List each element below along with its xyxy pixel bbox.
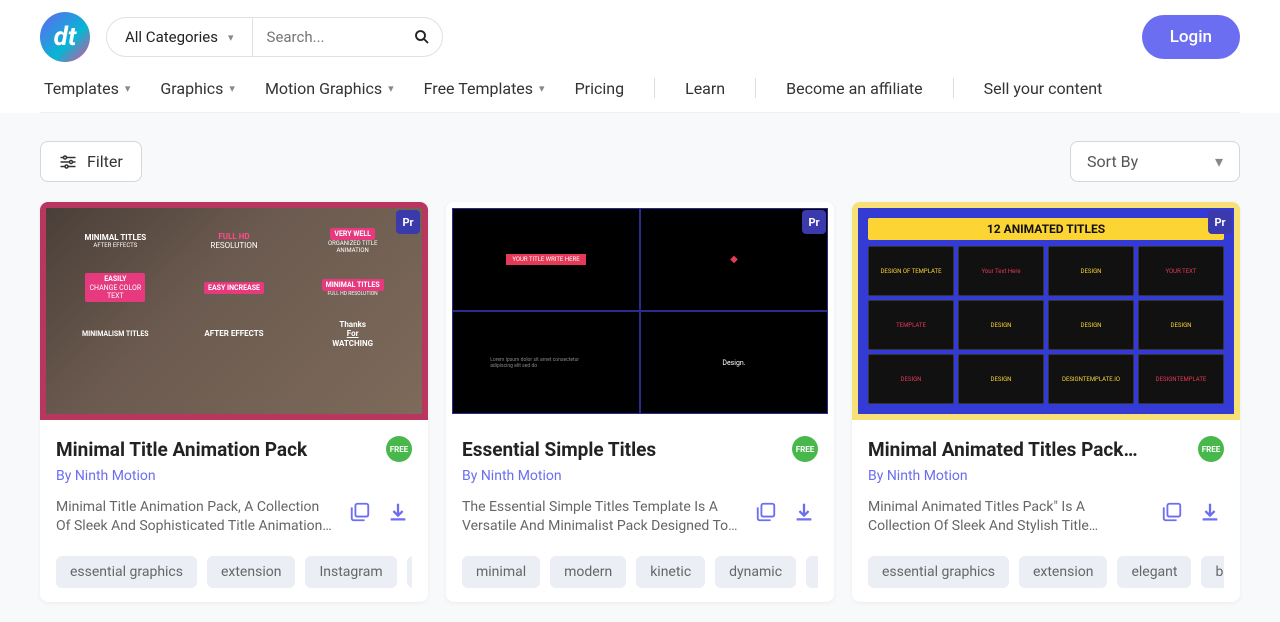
card-title: Minimal Animated Titles Pack… [868, 438, 1138, 461]
card-description: The Essential Simple Titles Template Is … [462, 498, 742, 536]
category-label: All Categories [125, 28, 218, 46]
nav-templates[interactable]: Templates▾ [44, 78, 130, 98]
download-icon [387, 501, 409, 523]
card-description: Minimal Animated Titles Pack" Is A Colle… [868, 498, 1148, 536]
tag[interactable]: minimal [462, 556, 540, 588]
pr-badge: Pr [396, 210, 420, 234]
nav-separator [654, 78, 655, 98]
tag[interactable]: Instagram [305, 556, 396, 588]
results-grid: Pr MINIMAL TITLESAFTER EFFECTS FULL HDRE… [0, 202, 1280, 622]
nav-graphics[interactable]: Graphics▾ [160, 78, 235, 98]
card-author[interactable]: By Ninth Motion [462, 468, 818, 484]
download-button[interactable] [384, 498, 412, 526]
tag[interactable]: lo [806, 556, 818, 588]
collection-button[interactable] [346, 498, 374, 526]
thumbnail: Pr MINIMAL TITLESAFTER EFFECTS FULL HDRE… [40, 202, 428, 420]
filter-button[interactable]: Filter [40, 141, 142, 182]
collection-button[interactable] [752, 498, 780, 526]
nav-separator [755, 78, 756, 98]
nav-sell[interactable]: Sell your content [984, 78, 1103, 98]
logo[interactable]: dt [40, 12, 90, 62]
filter-icon [59, 154, 77, 170]
download-button[interactable] [1196, 498, 1224, 526]
free-badge: FREE [792, 436, 818, 462]
search-button[interactable] [402, 18, 442, 56]
tag[interactable]: essential graphics [56, 556, 197, 588]
card-author[interactable]: By Ninth Motion [868, 468, 1224, 484]
collection-icon [1161, 501, 1183, 523]
sort-select[interactable]: Sort By ▾ [1070, 141, 1240, 182]
login-button[interactable]: Login [1142, 15, 1240, 59]
product-card[interactable]: Pr 12 ANIMATED TITLES DESIGN OF TEMPLATE… [852, 202, 1240, 602]
collection-button[interactable] [1158, 498, 1186, 526]
nav-free-templates[interactable]: Free Templates▾ [424, 78, 545, 98]
collection-icon [349, 501, 371, 523]
thumbnail: Pr 12 ANIMATED TITLES DESIGN OF TEMPLATE… [852, 202, 1240, 420]
pr-badge: Pr [1208, 210, 1232, 234]
card-title: Essential Simple Titles [462, 438, 656, 461]
card-title: Minimal Title Animation Pack [56, 438, 307, 461]
nav-learn[interactable]: Learn [685, 78, 725, 98]
thumbnail: Pr YOUR TITLE WRITE HERE ◆ Lorem ipsum d… [446, 202, 834, 420]
filter-label: Filter [87, 152, 123, 171]
search-input[interactable] [252, 18, 402, 56]
pr-badge: Pr [802, 210, 826, 234]
tag[interactable]: modern [550, 556, 626, 588]
card-description: Minimal Title Animation Pack, A Collecti… [56, 498, 336, 536]
tag-list: minimal modern kinetic dynamic lo [462, 556, 818, 588]
chevron-down-icon: ▾ [125, 82, 131, 95]
nav-affiliate[interactable]: Become an affiliate [786, 78, 923, 98]
nav-motion-graphics[interactable]: Motion Graphics▾ [265, 78, 394, 98]
tag[interactable]: extension [1019, 556, 1107, 588]
download-icon [793, 501, 815, 523]
chevron-down-icon: ▾ [388, 82, 394, 95]
main-nav: Templates▾ Graphics▾ Motion Graphics▾ Fr… [40, 62, 1240, 113]
search-bar: All Categories ▾ [106, 17, 443, 57]
tag[interactable]: essential graphics [868, 556, 1009, 588]
tag[interactable]: bun [1201, 556, 1224, 588]
category-selector[interactable]: All Categories ▾ [107, 28, 252, 46]
product-card[interactable]: Pr YOUR TITLE WRITE HERE ◆ Lorem ipsum d… [446, 202, 834, 602]
sort-label: Sort By [1087, 152, 1138, 171]
tag[interactable]: dynamic [715, 556, 796, 588]
collection-icon [755, 501, 777, 523]
search-icon [413, 28, 431, 46]
tag[interactable]: e [407, 556, 412, 588]
tag[interactable]: elegant [1117, 556, 1191, 588]
free-badge: FREE [1198, 436, 1224, 462]
nav-pricing[interactable]: Pricing [575, 78, 625, 98]
card-author[interactable]: By Ninth Motion [56, 468, 412, 484]
nav-separator [953, 78, 954, 98]
free-badge: FREE [386, 436, 412, 462]
chevron-down-icon: ▾ [539, 82, 545, 95]
chevron-down-icon: ▾ [228, 31, 234, 44]
tag-list: essential graphics extension elegant bun [868, 556, 1224, 588]
product-card[interactable]: Pr MINIMAL TITLESAFTER EFFECTS FULL HDRE… [40, 202, 428, 602]
chevron-down-icon: ▾ [1215, 152, 1223, 171]
download-button[interactable] [790, 498, 818, 526]
tag[interactable]: extension [207, 556, 295, 588]
download-icon [1199, 501, 1221, 523]
chevron-down-icon: ▾ [229, 82, 235, 95]
tag-list: essential graphics extension Instagram e [56, 556, 412, 588]
tag[interactable]: kinetic [636, 556, 705, 588]
